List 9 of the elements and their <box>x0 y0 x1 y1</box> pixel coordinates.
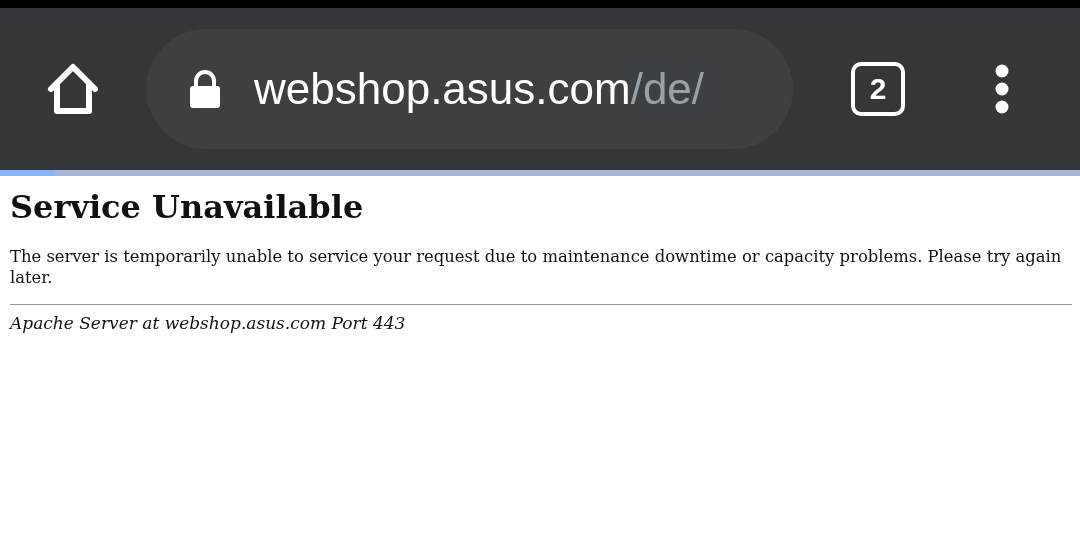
url-text: webshop.asus.com/de/ <box>254 64 705 114</box>
menu-icon[interactable] <box>995 64 1009 114</box>
address-bar[interactable]: webshop.asus.com/de/ <box>146 29 793 149</box>
tab-count-button[interactable]: 2 <box>851 62 905 116</box>
page-heading: Service Unavailable <box>10 188 365 226</box>
lock-icon <box>188 69 222 109</box>
error-message: The server is temporarily unable to service your request due to maintenance downtime or capacity problems. Please try again later. <box>10 246 1063 288</box>
home-icon[interactable] <box>45 61 101 117</box>
server-signature: Apache Server at webshop.asus.com Port 443 <box>10 313 407 333</box>
